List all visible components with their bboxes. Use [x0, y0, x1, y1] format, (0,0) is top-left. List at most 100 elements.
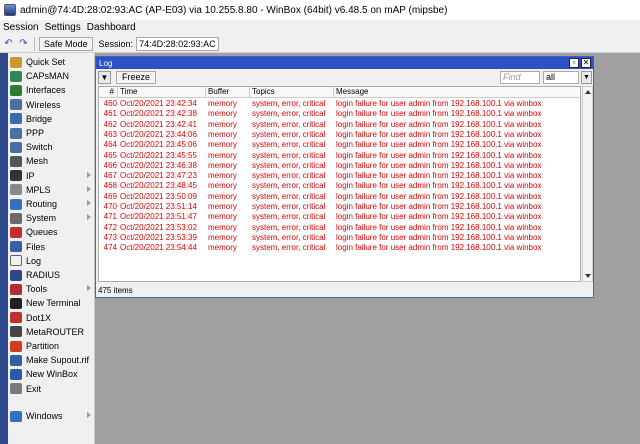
sidebar-item-files[interactable]: Files [8, 240, 95, 254]
sidebar-item-label: Quick Set [26, 57, 66, 67]
winbox-app-icon [4, 4, 16, 16]
table-row[interactable]: 463 Oct/20/2021 23:44:06 memory system, err… [99, 130, 580, 140]
sidebar-item-log[interactable]: Log [8, 254, 95, 268]
sidebar-item-label: Routing [26, 199, 58, 209]
sidebar-item-label: RADIUS [26, 270, 61, 280]
cell-num: 468 [103, 181, 117, 191]
sidebar-item-queues[interactable]: Queues [8, 225, 95, 239]
capsman-icon [10, 70, 22, 82]
sidebar-item-windows[interactable]: Windows [8, 409, 95, 423]
table-row[interactable]: 462 Oct/20/2021 23:42:41 memory system, err… [99, 120, 580, 130]
cell-time: Oct/20/2021 23:50:09 [120, 191, 197, 201]
log-table: # Time Buffer Topics Message 460 Oct/20/2… [98, 86, 581, 282]
close-icon[interactable]: ✕ [581, 58, 591, 68]
column-header-topics[interactable]: Topics [250, 87, 334, 98]
freeze-button[interactable]: Freeze [116, 71, 157, 84]
table-row[interactable]: 473 Oct/20/2021 23:53:39 memory system, err… [99, 233, 580, 243]
table-row[interactable]: 467 Oct/20/2021 23:47:23 memory system, err… [99, 171, 580, 181]
sidebar-item-routing[interactable]: Routing [8, 197, 95, 211]
menu-dashboard[interactable]: Dashboard [84, 22, 139, 33]
routing-icon [10, 198, 22, 210]
table-row[interactable]: 471 Oct/20/2021 23:51:47 memory system, err… [99, 212, 580, 222]
cell-time: Oct/20/2021 23:51:47 [120, 212, 197, 222]
menu-session[interactable]: Session [0, 22, 42, 33]
bridge-icon [10, 113, 22, 125]
filter-icon[interactable]: ▼ [98, 71, 111, 84]
sidebar-item-wireless[interactable]: Wireless [8, 98, 95, 112]
table-row[interactable]: 466 Oct/20/2021 23:46:38 memory system, err… [99, 160, 580, 171]
sidebar-item-new-winbox[interactable]: New WinBox [8, 367, 95, 381]
sidebar-item-ppp[interactable]: PPP [8, 126, 95, 140]
sidebar-item-metarouter[interactable]: MetaROUTER [8, 325, 95, 339]
sidebar-item-label: New WinBox [26, 369, 78, 380]
find-input[interactable]: Find [500, 71, 540, 84]
sidebar-item-quick-set[interactable]: Quick Set [8, 55, 95, 69]
cell-buffer: memory [208, 191, 237, 201]
log-window[interactable]: Log ▫ ✕ ▼ Freeze Find all ▼ # Time Buffe… [95, 56, 594, 298]
sidebar-item-system[interactable]: System [8, 211, 95, 225]
sidebar-item-tools[interactable]: Tools [8, 282, 95, 296]
sidebar-item-new-terminal[interactable]: New Terminal [8, 296, 95, 310]
sidebar-item-switch[interactable]: Switch [8, 140, 95, 154]
safe-mode-button[interactable]: Safe Mode [39, 36, 93, 51]
session-label: Session: [98, 38, 134, 49]
table-row[interactable]: 460 Oct/20/2021 23:42:34 memory system, err… [99, 99, 580, 109]
dot1x-icon [10, 312, 22, 324]
cell-num: 460 [103, 99, 117, 108]
sidebar-item-label: Wireless [26, 99, 61, 110]
cell-topics: system, error, critical [252, 160, 326, 170]
sidebar-item-label: Bridge [26, 113, 53, 124]
column-header-number[interactable]: # [99, 87, 118, 98]
table-row[interactable]: 468 Oct/20/2021 23:48:45 memory system, err… [99, 181, 580, 191]
queues-icon [10, 226, 22, 238]
sidebar-item-interfaces[interactable]: Interfaces [8, 83, 95, 97]
cell-time: Oct/20/2021 23:46:38 [120, 160, 197, 170]
redo-icon[interactable]: ↷ [17, 37, 30, 50]
sidebar-item-make-supout-rif[interactable]: Make Supout.rif [8, 353, 95, 367]
cell-topics: system, error, critical [252, 243, 326, 253]
restore-icon[interactable]: ▫ [569, 58, 579, 68]
sidebar-item-dot1x[interactable]: Dot1X [8, 311, 95, 325]
sidebar-item-bridge[interactable]: Bridge [8, 112, 95, 126]
cell-num: 469 [103, 191, 117, 201]
table-row[interactable]: 470 Oct/20/2021 23:51:14 memory system, err… [99, 202, 580, 212]
sidebar-item-mesh[interactable]: Mesh [8, 154, 95, 168]
sidebar-item-label: IP [26, 170, 35, 181]
cell-num: 470 [103, 202, 117, 211]
scroll-up-icon[interactable] [585, 90, 591, 94]
menu-settings[interactable]: Settings [42, 22, 84, 33]
sidebar-item-mpls[interactable]: MPLS [8, 183, 95, 197]
mesh-icon [10, 155, 22, 167]
table-row[interactable]: 472 Oct/20/2021 23:53:02 memory system, err… [99, 223, 580, 233]
table-row[interactable]: 474 Oct/20/2021 23:54:44 memory system, err… [99, 243, 580, 253]
exit-icon [10, 383, 22, 395]
sidebar-item-partition[interactable]: Partition [8, 339, 95, 353]
table-row[interactable]: 465 Oct/20/2021 23:45:55 memory system, err… [99, 151, 580, 161]
column-header-buffer[interactable]: Buffer [206, 87, 250, 98]
log-window-title: Log [99, 58, 113, 68]
table-row[interactable]: 464 Oct/20/2021 23:45:06 memory system, err… [99, 140, 580, 150]
log-window-titlebar[interactable]: Log [96, 57, 593, 69]
cell-buffer: memory [208, 202, 237, 211]
filter-select[interactable]: all [543, 71, 579, 84]
undo-icon[interactable]: ↶ [2, 37, 15, 50]
scroll-down-icon[interactable] [585, 274, 591, 278]
cell-num: 466 [103, 160, 117, 170]
column-header-time[interactable]: Time [118, 87, 206, 98]
cell-topics: system, error, critical [252, 109, 326, 119]
table-row[interactable]: 469 Oct/20/2021 23:50:09 memory system, err… [99, 191, 580, 202]
chevron-down-icon[interactable]: ▼ [581, 71, 592, 84]
table-row[interactable]: 461 Oct/20/2021 23:42:38 memory system, err… [99, 109, 580, 119]
sidebar-item-ip[interactable]: IP [8, 169, 95, 183]
column-header-message[interactable]: Message [334, 87, 580, 98]
tools-icon [10, 283, 22, 295]
sidebar-item-capsman[interactable]: CAPsMAN [8, 69, 95, 83]
cell-time: Oct/20/2021 23:47:23 [120, 171, 197, 181]
vertical-scrollbar[interactable] [582, 86, 593, 282]
window-title: admin@74:4D:28:02:93:AC (AP-E03) via 10.… [20, 4, 448, 16]
sidebar-item-radius[interactable]: RADIUS [8, 268, 95, 282]
submenu-arrow-icon [87, 285, 91, 292]
cell-message: login failure for user admin from 192.16… [336, 109, 542, 119]
sidebar-item-exit[interactable]: Exit [8, 382, 95, 396]
sidebar-item-label: System [26, 213, 57, 224]
